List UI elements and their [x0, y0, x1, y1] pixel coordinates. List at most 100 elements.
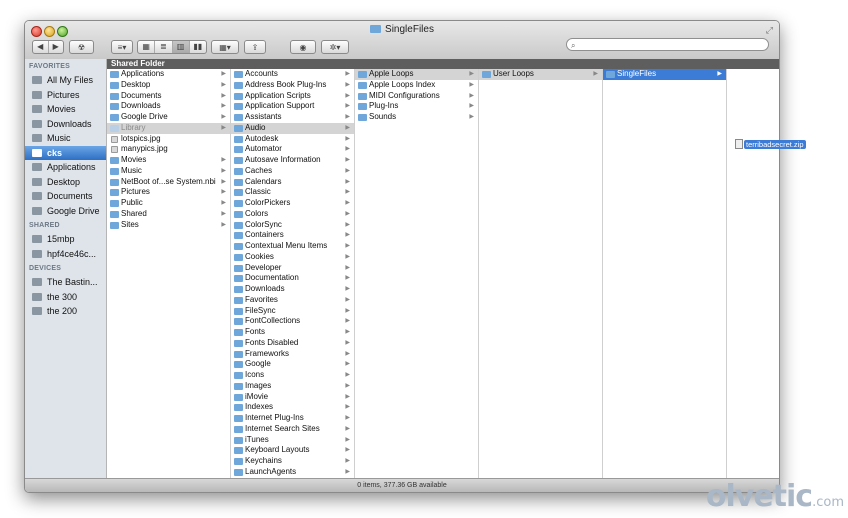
list-item[interactable]: Contextual Menu Items ▶ — [231, 241, 354, 252]
list-item[interactable]: Movies ▶ — [107, 155, 230, 166]
sidebar-item-documents[interactable]: Documents — [25, 189, 106, 204]
sidebar-item-15mbp[interactable]: 15mbp — [25, 232, 106, 247]
quick-look-button[interactable]: ◉ — [290, 40, 316, 54]
browser-column-1[interactable]: Applications ▶ Desktop ▶ Documents ▶ Downloads… — [107, 69, 231, 479]
list-item[interactable]: Documents ▶ — [107, 91, 230, 102]
list-item[interactable]: Keyboard Layouts ▶ — [231, 445, 354, 456]
sidebar-item-pictures[interactable]: Pictures — [25, 88, 106, 103]
list-item[interactable]: FileSync ▶ — [231, 306, 354, 317]
coverflow-view-button[interactable]: ▮▮ — [190, 41, 206, 53]
list-item[interactable]: Downloads ▶ — [107, 101, 230, 112]
list-item[interactable]: Downloads ▶ — [231, 284, 354, 295]
list-item[interactable]: Containers ▶ — [231, 230, 354, 241]
disclosure-arrow-icon: ▶ — [345, 157, 350, 163]
sidebar-item-google-drive[interactable]: Google Drive — [25, 204, 106, 219]
sidebar-item-music[interactable]: Music — [25, 131, 106, 146]
list-item[interactable]: manypics.jpg — [107, 144, 230, 155]
list-item-label: Contextual Menu Items — [245, 241, 328, 250]
action-menu[interactable]: ✲▾ — [321, 40, 349, 54]
browser-column-3[interactable]: Apple Loops ▶ Apple Loops Index ▶ MIDI Confi… — [355, 69, 479, 479]
list-item[interactable]: Plug-Ins ▶ — [355, 101, 478, 112]
list-item[interactable]: Classic ▶ — [231, 187, 354, 198]
list-item[interactable]: MIDI Configurations ▶ — [355, 91, 478, 102]
list-item[interactable]: Images ▶ — [231, 381, 354, 392]
list-item[interactable]: Fonts Disabled ▶ — [231, 338, 354, 349]
list-item[interactable]: Apple Loops ▶ — [355, 69, 478, 80]
list-item[interactable]: Library ▶ — [107, 122, 230, 134]
share-button[interactable]: ⇪ — [244, 40, 266, 54]
list-item[interactable]: Autodesk ▶ — [231, 134, 354, 145]
list-item[interactable]: Indexes ▶ — [231, 402, 354, 413]
browser-column-5[interactable]: SingleFiles ▶ — [603, 69, 727, 479]
list-item[interactable]: FontCollections ▶ — [231, 316, 354, 327]
list-item[interactable]: Calendars ▶ — [231, 177, 354, 188]
list-item[interactable]: ColorSync ▶ — [231, 220, 354, 231]
back-button[interactable]: ◀ — [33, 41, 49, 53]
list-item[interactable]: Favorites ▶ — [231, 295, 354, 306]
sidebar-item-downloads[interactable]: Downloads — [25, 117, 106, 132]
list-item[interactable]: ColorPickers ▶ — [231, 198, 354, 209]
icon-view-button[interactable]: ▦ — [138, 41, 156, 53]
dragged-file[interactable]: terribadsecret.zip — [735, 139, 806, 149]
list-item[interactable]: Icons ▶ — [231, 370, 354, 381]
forward-button[interactable]: ▶ — [49, 41, 64, 53]
sidebar-item-applications[interactable]: Applications — [25, 160, 106, 175]
list-item[interactable]: Apple Loops Index ▶ — [355, 80, 478, 91]
column-view-button[interactable]: ▥ — [172, 41, 190, 53]
list-item[interactable]: Frameworks ▶ — [231, 349, 354, 360]
sidebar-item-the-300[interactable]: the 300 — [25, 290, 106, 305]
list-item[interactable]: iTunes ▶ — [231, 435, 354, 446]
sidebar-item-cks[interactable]: cks — [25, 145, 106, 160]
sidebar-item-movies[interactable]: Movies — [25, 102, 106, 117]
list-item[interactable]: Public ▶ — [107, 198, 230, 209]
list-item[interactable]: Application Support ▶ — [231, 101, 354, 112]
search-input[interactable]: ⌕ — [566, 38, 769, 51]
list-item[interactable]: Applications ▶ — [107, 69, 230, 80]
list-item[interactable]: Desktop ▶ — [107, 80, 230, 91]
list-item[interactable]: Fonts ▶ — [231, 327, 354, 338]
list-item[interactable]: Pictures ▶ — [107, 187, 230, 198]
list-item[interactable]: Assistants ▶ — [231, 112, 354, 123]
list-item[interactable]: Internet Search Sites ▶ — [231, 424, 354, 435]
list-item[interactable]: Documentation ▶ — [231, 273, 354, 284]
list-item[interactable]: Google ▶ — [231, 359, 354, 370]
list-item[interactable]: NetBoot of...se System.nbi ▶ — [107, 177, 230, 188]
list-item[interactable]: Accounts ▶ — [231, 69, 354, 80]
list-item[interactable]: Google Drive ▶ — [107, 112, 230, 123]
list-item[interactable]: Internet Plug-Ins ▶ — [231, 413, 354, 424]
list-item[interactable]: Shared ▶ — [107, 209, 230, 220]
fullscreen-icon[interactable]: ⤢ — [766, 25, 773, 36]
list-item[interactable]: Developer ▶ — [231, 263, 354, 274]
sidebar-item-desktop[interactable]: Desktop — [25, 175, 106, 190]
sidebar-item-the-bastin[interactable]: The Bastin... — [25, 275, 106, 290]
list-item[interactable]: Sites ▶ — [107, 220, 230, 231]
list-item[interactable]: Sounds ▶ — [355, 112, 478, 123]
burn-button[interactable]: ☢ — [69, 40, 94, 54]
list-item[interactable]: lotspics.jpg — [107, 134, 230, 145]
list-action-menu[interactable]: ≡▾ — [111, 40, 133, 54]
list-item[interactable]: Audio ▶ — [231, 122, 354, 134]
list-item[interactable]: Cookies ▶ — [231, 252, 354, 263]
list-item[interactable]: Address Book Plug-Ins ▶ — [231, 80, 354, 91]
list-item[interactable]: Application Scripts ▶ — [231, 91, 354, 102]
list-item[interactable]: User Loops ▶ — [479, 69, 602, 80]
list-item[interactable]: iMovie ▶ — [231, 392, 354, 403]
list-item[interactable]: Colors ▶ — [231, 209, 354, 220]
folder-icon — [234, 382, 243, 390]
list-view-button[interactable]: ≣ — [155, 41, 173, 53]
sidebar-item-the-200[interactable]: the 200 — [25, 304, 106, 319]
arrange-menu[interactable]: ▦▾ — [211, 40, 239, 54]
browser-column-4[interactable]: User Loops ▶ — [479, 69, 603, 479]
list-item[interactable]: Automator ▶ — [231, 144, 354, 155]
list-item-label: Autodesk — [245, 133, 279, 143]
list-item[interactable]: Autosave Information ▶ — [231, 155, 354, 166]
sidebar-item-all-my-files[interactable]: All My Files — [25, 73, 106, 88]
browser-column-2[interactable]: Accounts ▶ Address Book Plug-Ins ▶ Applicati… — [231, 69, 355, 479]
list-item[interactable]: SingleFiles ▶ — [603, 69, 726, 80]
list-item[interactable]: LaunchAgents ▶ — [231, 467, 354, 478]
browser-column-6[interactable] — [727, 69, 779, 479]
sidebar-item-hpf4ce46c[interactable]: hpf4ce46c... — [25, 247, 106, 262]
list-item[interactable]: Keychains ▶ — [231, 456, 354, 467]
list-item[interactable]: Caches ▶ — [231, 166, 354, 177]
list-item[interactable]: Music ▶ — [107, 166, 230, 177]
